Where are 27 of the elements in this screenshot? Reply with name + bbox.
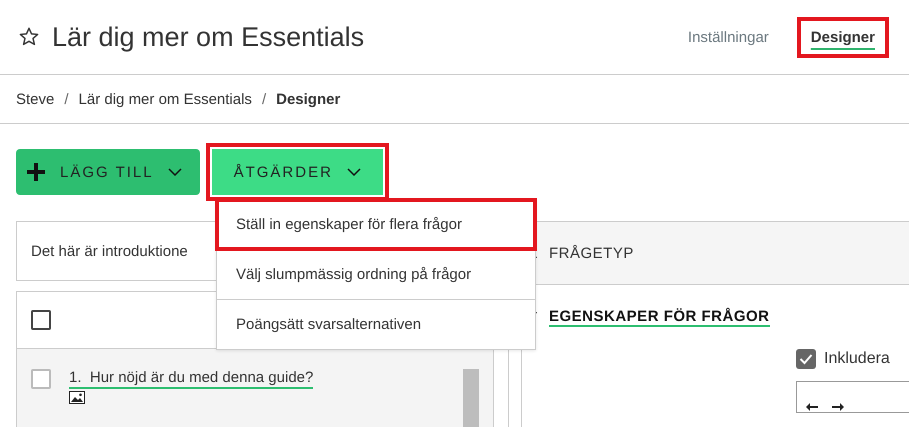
nav-tab[interactable]: Designer: [802, 22, 883, 52]
toolbar-button[interactable]: ÅTGÄRDER: [212, 149, 383, 195]
breadcrumb-link[interactable]: Steve: [16, 90, 54, 108]
redo-icon[interactable]: [831, 402, 845, 412]
question-link[interactable]: 1. Hur nöjd är du med denna guide?: [69, 369, 314, 389]
undo-icon[interactable]: [805, 402, 819, 412]
intro-text: Det här är introduktione: [31, 242, 188, 260]
checkbox[interactable]: [31, 310, 51, 330]
breadcrumb-separator: /: [262, 90, 266, 108]
chevron-down-icon: [346, 168, 361, 176]
checkbox-label: Inkludera: [824, 350, 890, 368]
star-icon[interactable]: [18, 26, 40, 48]
scrollbar-thumb[interactable]: [463, 369, 479, 427]
breadcrumb-separator: /: [64, 90, 69, 108]
checkmark-icon: [799, 353, 813, 365]
menu-item[interactable]: Välj slumpmässig ordning på frågor: [217, 249, 535, 299]
checkbox[interactable]: [31, 369, 51, 389]
toolbar-button[interactable]: LÄGG TILL: [16, 149, 200, 195]
nav-tab[interactable]: Inställningar: [680, 22, 777, 52]
chevron-down-icon: [168, 168, 182, 176]
menu-item[interactable]: Poängsätt svarsalternativen: [217, 299, 535, 349]
checkbox[interactable]: [796, 349, 816, 369]
page-title: Lär dig mer om Essentials: [52, 22, 364, 52]
question-row[interactable]: 1. Hur nöjd är du med denna guide?: [17, 349, 493, 427]
breadcrumb-link[interactable]: Designer: [276, 90, 340, 108]
breadcrumb-link[interactable]: Lär dig mer om Essentials: [78, 90, 252, 108]
plus-icon: [26, 162, 46, 182]
